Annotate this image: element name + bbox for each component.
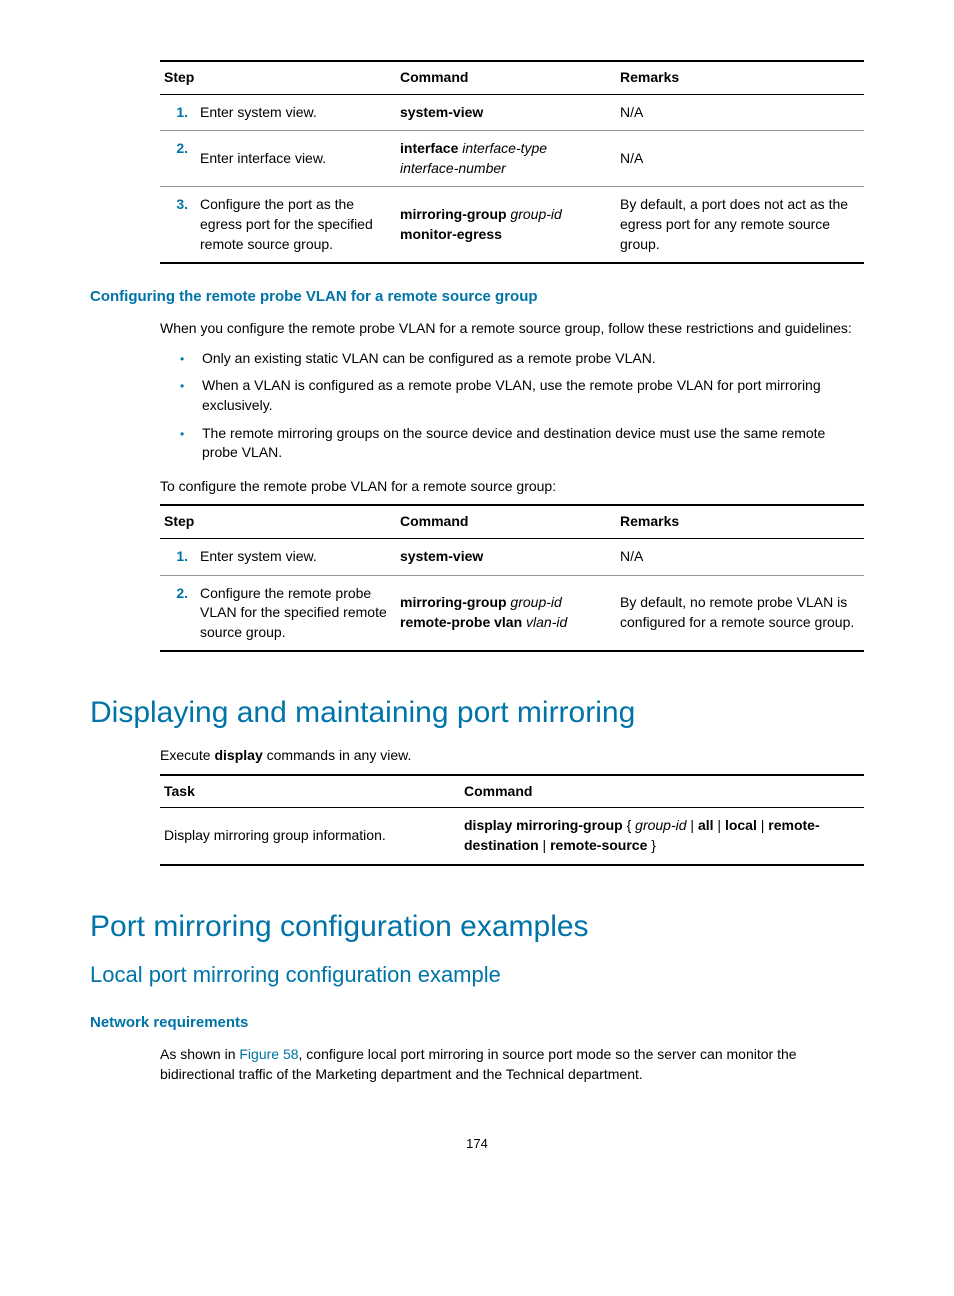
step-cmd: system-view xyxy=(396,538,616,575)
col-step: Step xyxy=(160,505,396,538)
step-remarks: N/A xyxy=(616,94,864,131)
table-egress-port: Step Command Remarks 1. Enter system vie… xyxy=(160,60,864,264)
heading-displaying-maintaining: Displaying and maintaining port mirrorin… xyxy=(90,692,864,734)
col-command: Command xyxy=(396,61,616,94)
table-row: 2. Enter interface view. interface inter… xyxy=(160,131,864,187)
step-num: 2. xyxy=(160,131,196,187)
col-command: Command xyxy=(396,505,616,538)
step-desc: Configure the remote probe VLAN for the … xyxy=(196,575,396,651)
step-num: 3. xyxy=(160,187,196,263)
guideline-list: Only an existing static VLAN can be conf… xyxy=(160,349,864,463)
step-remarks: By default, a port does not act as the e… xyxy=(616,187,864,263)
heading-local-example: Local port mirroring configuration examp… xyxy=(90,960,864,991)
table-row: 1. Enter system view. system-view N/A xyxy=(160,94,864,131)
col-task: Task xyxy=(160,775,460,808)
step-desc: Configure the port as the egress port fo… xyxy=(196,187,396,263)
step-desc: Enter interface view. xyxy=(196,131,396,187)
step-num: 1. xyxy=(160,538,196,575)
step-cmd: mirroring-group group-id remote-probe vl… xyxy=(396,575,616,651)
section3-body: As shown in Figure 58, configure local p… xyxy=(90,1045,864,1084)
step-num: 1. xyxy=(160,94,196,131)
step-remarks: By default, no remote probe VLAN is conf… xyxy=(616,575,864,651)
list-item: The remote mirroring groups on the sourc… xyxy=(160,424,864,463)
step-cmd: system-view xyxy=(396,94,616,131)
task-cmd: display mirroring-group { group-id | all… xyxy=(460,808,864,865)
section2-body: Execute display commands in any view. Ta… xyxy=(90,746,864,865)
step-remarks: N/A xyxy=(616,131,864,187)
step-cmd: interface interface-type interface-numbe… xyxy=(396,131,616,187)
table-remote-probe-vlan: Step Command Remarks 1. Enter system vie… xyxy=(160,504,864,652)
task-desc: Display mirroring group information. xyxy=(160,808,460,865)
table-display-commands: Task Command Display mirroring group inf… xyxy=(160,774,864,866)
section1-body: When you configure the remote probe VLAN… xyxy=(90,319,864,652)
list-item: Only an existing static VLAN can be conf… xyxy=(160,349,864,369)
step-cmd: mirroring-group group-id monitor-egress xyxy=(396,187,616,263)
table1-container: Step Command Remarks 1. Enter system vie… xyxy=(90,60,864,264)
col-command: Command xyxy=(460,775,864,808)
list-item: When a VLAN is configured as a remote pr… xyxy=(160,376,864,415)
page-number: 174 xyxy=(90,1135,864,1153)
col-remarks: Remarks xyxy=(616,61,864,94)
table-row: Display mirroring group information. dis… xyxy=(160,808,864,865)
network-req-para: As shown in Figure 58, configure local p… xyxy=(160,1045,864,1084)
table-row: 1. Enter system view. system-view N/A xyxy=(160,538,864,575)
figure-link[interactable]: Figure 58 xyxy=(239,1046,298,1062)
col-step: Step xyxy=(160,61,396,94)
table-row: 2. Configure the remote probe VLAN for t… xyxy=(160,575,864,651)
col-remarks: Remarks xyxy=(616,505,864,538)
step-desc: Enter system view. xyxy=(196,94,396,131)
heading-config-examples: Port mirroring configuration examples xyxy=(90,906,864,948)
table-row: 3. Configure the port as the egress port… xyxy=(160,187,864,263)
step-remarks: N/A xyxy=(616,538,864,575)
step-num: 2. xyxy=(160,575,196,651)
heading-network-requirements: Network requirements xyxy=(90,1012,864,1033)
lead-in-para: To configure the remote probe VLAN for a… xyxy=(160,477,864,497)
intro-para: When you configure the remote probe VLAN… xyxy=(160,319,864,339)
display-para: Execute display commands in any view. xyxy=(160,746,864,766)
step-desc: Enter system view. xyxy=(196,538,396,575)
heading-configuring-remote-probe-vlan: Configuring the remote probe VLAN for a … xyxy=(90,286,864,307)
